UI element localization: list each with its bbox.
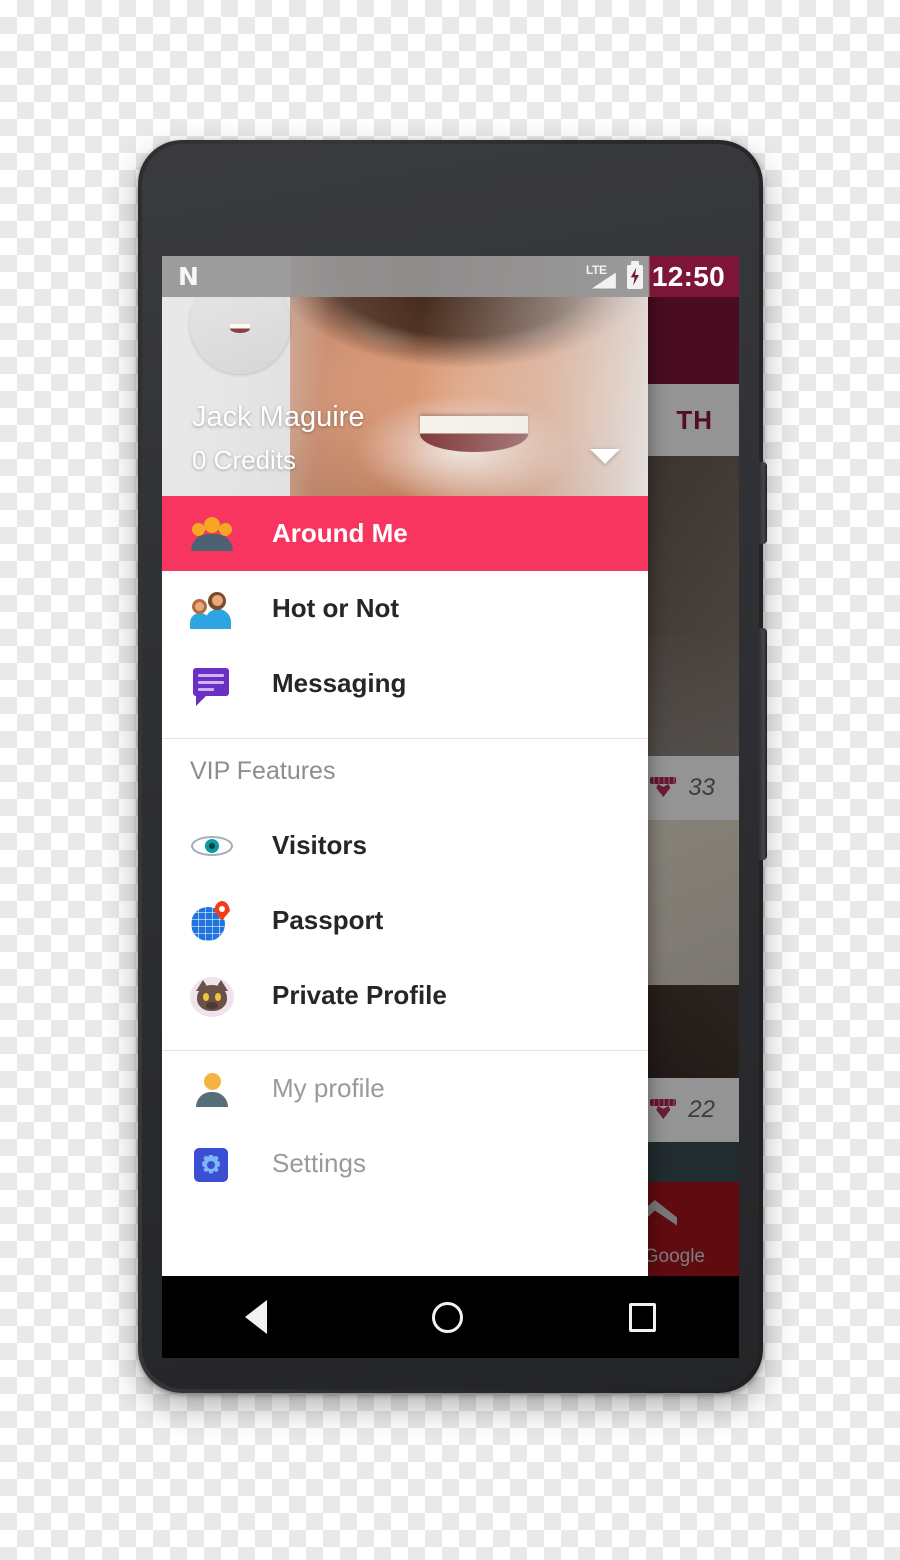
drawer-user-credits: 0 Credits: [192, 445, 297, 475]
navigation-drawer: Jack Maguire 0 Credits Around Me Hot or: [162, 256, 648, 1276]
sidebar-item-label: Messaging: [272, 668, 407, 698]
eye-icon: [190, 824, 234, 868]
phone-screen: TH 33 22 y Google Jack Maguire 0 Credits…: [162, 256, 739, 1276]
drawer-user-name: Jack Maguire: [192, 401, 365, 433]
globe-pin-icon: [190, 899, 234, 943]
status-bar-right-group: LTE 12:50: [585, 260, 739, 293]
sidebar-item-label: Visitors: [272, 830, 367, 860]
chat-bubble-icon: [190, 662, 234, 706]
sidebar-item-passport[interactable]: Passport: [162, 883, 648, 958]
sidebar-item-label: Around Me: [272, 518, 408, 548]
couple-icon: [190, 587, 234, 631]
sidebar-item-private-profile[interactable]: Private Profile: [162, 958, 648, 1033]
sidebar-item-my-profile[interactable]: My profile: [162, 1051, 648, 1126]
back-triangle-icon[interactable]: [244, 1300, 267, 1334]
power-button[interactable]: [759, 462, 767, 544]
sidebar-item-visitors[interactable]: Visitors: [162, 808, 648, 883]
gear-icon: [190, 1142, 234, 1186]
vip-section-label: VIP Features: [190, 757, 336, 785]
android-nav-bar: [162, 1276, 739, 1358]
battery-charging-icon: [626, 260, 643, 289]
person-icon: [190, 1067, 234, 1111]
signal-bars-icon: LTE: [585, 262, 618, 290]
sidebar-item-label: Passport: [272, 905, 384, 935]
android-n-logo: [178, 265, 202, 289]
sidebar-item-settings[interactable]: Settings: [162, 1126, 648, 1201]
sidebar-item-label: Private Profile: [272, 980, 447, 1010]
recents-square-icon[interactable]: [629, 1302, 657, 1332]
drawer-spacer: [162, 721, 648, 738]
cat-icon: [190, 974, 234, 1018]
people-group-icon: [190, 512, 234, 556]
status-bar: LTE 12:50: [162, 256, 739, 297]
drawer-spacer: [162, 1033, 648, 1050]
sidebar-item-label: Settings: [272, 1148, 366, 1178]
sidebar-item-label: Hot or Not: [272, 593, 400, 623]
network-type-label: LTE: [585, 262, 607, 277]
home-circle-icon[interactable]: [432, 1301, 464, 1333]
phone-device: TH 33 22 y Google Jack Maguire 0 Credits…: [138, 140, 767, 1393]
sidebar-item-messaging[interactable]: Messaging: [162, 646, 648, 721]
sidebar-item-around-me[interactable]: Around Me: [162, 496, 648, 571]
status-clock: 12:50: [651, 260, 725, 292]
sidebar-item-label: My profile: [272, 1073, 385, 1103]
volume-button[interactable]: [759, 628, 767, 860]
sidebar-item-hot-or-not[interactable]: Hot or Not: [162, 571, 648, 646]
chevron-down-icon[interactable]: [590, 449, 620, 464]
